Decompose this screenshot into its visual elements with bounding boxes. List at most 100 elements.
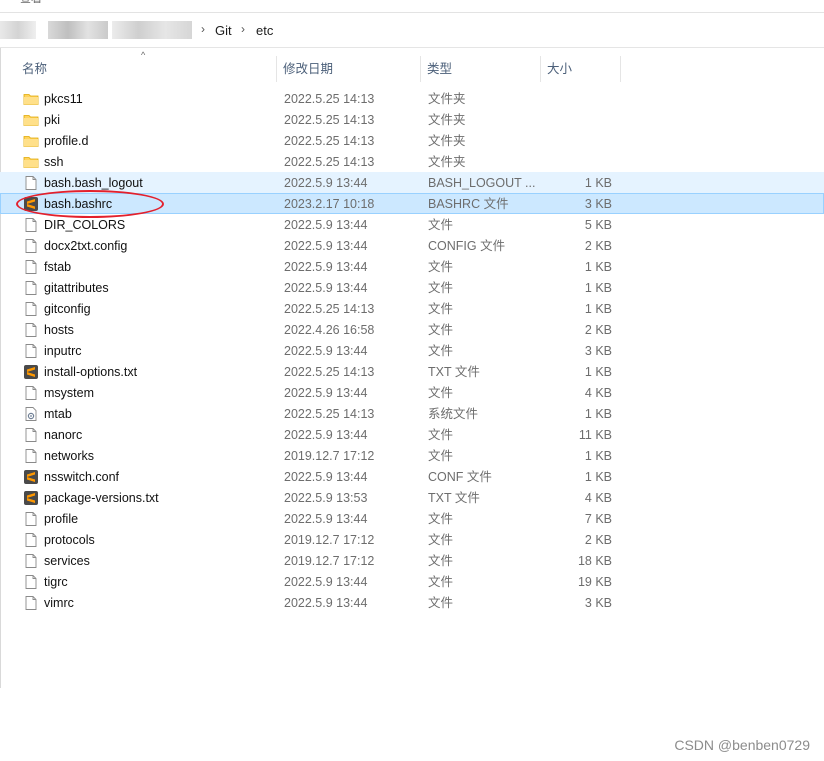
file-icon xyxy=(23,511,39,527)
file-row[interactable]: DIR_COLORS 2022.5.9 13:44 文件 5 KB xyxy=(0,214,824,235)
file-row[interactable]: profile.d 2022.5.25 14:13 文件夹 xyxy=(0,130,824,151)
file-icon xyxy=(23,448,39,464)
file-type: 文件 xyxy=(428,428,454,442)
file-row[interactable]: services 2019.12.7 17:12 文件 18 KB xyxy=(0,550,824,571)
file-row[interactable]: nsswitch.conf 2022.5.9 13:44 CONF 文件 1 KB xyxy=(0,466,824,487)
file-type: 文件 xyxy=(428,218,454,232)
file-icon xyxy=(23,595,39,611)
file-modified-date: 2022.5.9 13:44 xyxy=(284,428,368,442)
file-type: 文件夹 xyxy=(428,134,466,148)
file-type: 系统文件 xyxy=(428,407,479,421)
file-name: inputrc xyxy=(44,344,82,358)
address-bar[interactable]: › Git › etc xyxy=(0,14,824,48)
file-icon xyxy=(23,532,39,548)
file-row[interactable]: pkcs11 2022.5.25 14:13 文件夹 xyxy=(0,88,824,109)
file-icon xyxy=(23,385,39,401)
file-size: 1 KB xyxy=(584,281,612,295)
column-header-size[interactable]: 大小 xyxy=(547,56,572,82)
folder-icon xyxy=(23,133,39,149)
file-row[interactable]: msystem 2022.5.9 13:44 文件 4 KB xyxy=(0,382,824,403)
file-modified-date: 2022.5.25 14:13 xyxy=(284,155,375,169)
file-modified-date: 2019.12.7 17:12 xyxy=(284,449,375,463)
file-name: vimrc xyxy=(44,596,74,610)
file-row[interactable]: nanorc 2022.5.9 13:44 文件 11 KB xyxy=(0,424,824,445)
file-type: BASH_LOGOUT ... xyxy=(428,176,536,190)
file-row[interactable]: package-versions.txt 2022.5.9 13:53 TXT 文件… xyxy=(0,487,824,508)
file-name: install-options.txt xyxy=(44,365,138,379)
file-row[interactable]: bash.bash_logout 2022.5.9 13:44 BASH_LOGOU… xyxy=(0,172,824,193)
folder-icon xyxy=(23,91,39,107)
file-size: 1 KB xyxy=(584,176,612,190)
file-type: 文件 xyxy=(428,344,454,358)
file-modified-date: 2022.5.25 14:13 xyxy=(284,302,375,316)
column-header-type[interactable]: 类型 xyxy=(427,56,452,82)
file-row[interactable]: inputrc 2022.5.9 13:44 文件 3 KB xyxy=(0,340,824,361)
column-divider[interactable] xyxy=(540,56,541,82)
file-size: 19 KB xyxy=(577,575,612,589)
file-row[interactable]: pki 2022.5.25 14:13 文件夹 xyxy=(0,109,824,130)
file-row[interactable]: install-options.txt 2022.5.25 14:13 TXT 文件… xyxy=(0,361,824,382)
file-type: 文件 xyxy=(428,512,454,526)
file-modified-date: 2022.5.25 14:13 xyxy=(284,365,375,379)
sublime-text-icon xyxy=(23,490,39,506)
file-row[interactable]: protocols 2019.12.7 17:12 文件 2 KB xyxy=(0,529,824,550)
file-name: hosts xyxy=(44,323,74,337)
file-row[interactable]: profile 2022.5.9 13:44 文件 7 KB xyxy=(0,508,824,529)
file-name: gitattributes xyxy=(44,281,109,295)
file-icon xyxy=(23,259,39,275)
file-modified-date: 2022.5.9 13:44 xyxy=(284,239,368,253)
system-file-icon xyxy=(23,406,39,422)
file-size: 1 KB xyxy=(584,449,612,463)
column-header-modified[interactable]: 修改日期 xyxy=(283,56,333,82)
sublime-text-icon xyxy=(23,196,39,212)
file-icon xyxy=(23,574,39,590)
file-name: fstab xyxy=(44,260,72,274)
file-row[interactable]: hosts 2022.4.26 16:58 文件 2 KB xyxy=(0,319,824,340)
file-type: 文件夹 xyxy=(428,113,466,127)
file-row[interactable]: bash.bashrc 2023.2.17 10:18 BASHRC 文件 3 KB xyxy=(0,193,824,214)
file-row[interactable]: fstab 2022.5.9 13:44 文件 1 KB xyxy=(0,256,824,277)
file-type: TXT 文件 xyxy=(428,365,480,379)
file-row[interactable]: gitattributes 2022.5.9 13:44 文件 1 KB xyxy=(0,277,824,298)
file-row[interactable]: networks 2019.12.7 17:12 文件 1 KB xyxy=(0,445,824,466)
file-icon xyxy=(23,217,39,233)
file-row[interactable]: gitconfig 2022.5.25 14:13 文件 1 KB xyxy=(0,298,824,319)
file-icon xyxy=(23,238,39,254)
watermark: CSDN @benben0729 xyxy=(674,737,810,753)
file-name: nanorc xyxy=(44,428,83,442)
file-name: profile xyxy=(44,512,79,526)
file-row[interactable]: vimrc 2022.5.9 13:44 文件 3 KB xyxy=(0,592,824,613)
chevron-right-icon[interactable]: › xyxy=(241,22,245,36)
breadcrumb-item-etc[interactable]: etc xyxy=(256,23,273,38)
file-name: DIR_COLORS xyxy=(44,218,126,232)
file-type: 文件 xyxy=(428,302,454,316)
file-modified-date: 2022.5.9 13:53 xyxy=(284,491,368,505)
column-header-name[interactable]: 名称 xyxy=(22,56,47,82)
file-icon xyxy=(23,343,39,359)
chevron-right-icon[interactable]: › xyxy=(201,22,205,36)
file-name: profile.d xyxy=(44,134,89,148)
file-row[interactable]: mtab 2022.5.25 14:13 系统文件 1 KB xyxy=(0,403,824,424)
column-divider[interactable] xyxy=(620,56,621,82)
file-icon xyxy=(23,280,39,296)
file-type: 文件 xyxy=(428,323,454,337)
column-divider[interactable] xyxy=(420,56,421,82)
folder-icon xyxy=(23,112,39,128)
file-modified-date: 2022.4.26 16:58 xyxy=(284,323,375,337)
file-size: 3 KB xyxy=(584,197,612,211)
file-modified-date: 2022.5.25 14:13 xyxy=(284,407,375,421)
file-size: 2 KB xyxy=(584,239,612,253)
file-row[interactable]: docx2txt.config 2022.5.9 13:44 CONFIG 文件 2 … xyxy=(0,235,824,256)
breadcrumb-item-git[interactable]: Git xyxy=(215,23,232,38)
file-type: CONF 文件 xyxy=(428,470,492,484)
file-type: 文件 xyxy=(428,575,454,589)
sublime-text-icon xyxy=(23,364,39,380)
file-name: pki xyxy=(44,113,60,127)
file-name: services xyxy=(44,554,90,568)
file-row[interactable]: ssh 2022.5.25 14:13 文件夹 xyxy=(0,151,824,172)
file-row[interactable]: tigrc 2022.5.9 13:44 文件 19 KB xyxy=(0,571,824,592)
column-divider[interactable] xyxy=(276,56,277,82)
file-modified-date: 2022.5.25 14:13 xyxy=(284,92,375,106)
file-size: 4 KB xyxy=(584,491,612,505)
file-modified-date: 2022.5.9 13:44 xyxy=(284,281,368,295)
